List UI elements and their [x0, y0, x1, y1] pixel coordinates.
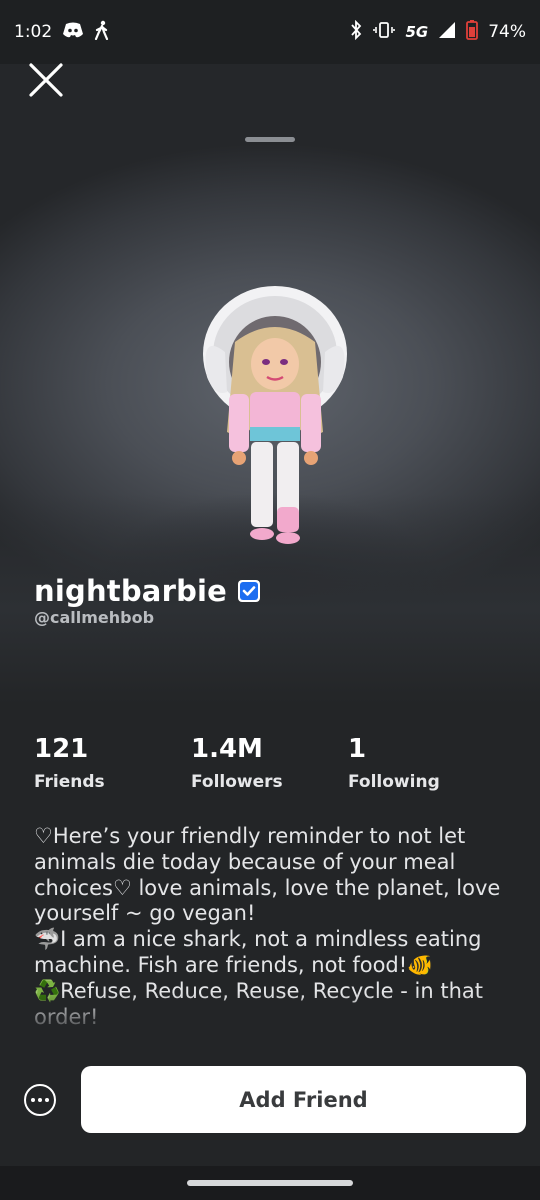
bluetooth-icon	[349, 19, 363, 45]
battery-icon	[466, 19, 479, 45]
close-button[interactable]	[26, 60, 66, 100]
home-indicator[interactable]	[187, 1180, 353, 1186]
walking-icon	[94, 20, 110, 45]
more-icon-dot	[45, 1098, 49, 1102]
stat-value: 1	[348, 734, 367, 764]
stat-label: Following	[348, 772, 440, 792]
discord-icon	[62, 21, 84, 44]
bio-text: ♡Here’s your friendly reminder to not le…	[34, 824, 514, 1030]
status-time: 1:02	[14, 22, 53, 42]
stat-followers[interactable]: 1.4M Followers	[191, 734, 283, 792]
stat-label: Friends	[34, 772, 105, 792]
add-friend-button[interactable]: Add Friend	[81, 1066, 526, 1133]
signal-icon	[438, 21, 456, 44]
profile-stats: 121 Friends 1.4M Followers 1 Following	[34, 734, 514, 794]
status-left: 1:02	[14, 20, 110, 45]
network-label: 5G	[405, 23, 429, 41]
status-right: 5G 74%	[349, 19, 526, 45]
avatar-image[interactable]	[195, 282, 355, 562]
more-icon-dot	[31, 1098, 35, 1102]
verified-badge-icon	[238, 580, 261, 602]
username: @callmehbob	[34, 608, 155, 627]
stat-value: 1.4M	[191, 734, 263, 764]
stat-following[interactable]: 1 Following	[348, 734, 440, 792]
stat-value: 121	[34, 734, 89, 764]
bio-line: 🦈I am a nice shark, not a mindless eatin…	[34, 927, 482, 977]
drag-handle[interactable]	[245, 137, 295, 142]
stat-friends[interactable]: 121 Friends	[34, 734, 105, 792]
stat-label: Followers	[191, 772, 283, 792]
status-bar: 1:02 5G 74%	[0, 0, 540, 64]
more-icon-dot	[38, 1098, 42, 1102]
battery-percent: 74%	[488, 22, 526, 42]
display-name: nightbarbie	[34, 574, 228, 608]
bio-line: ♻️Refuse, Reduce, Reuse, Recycle - in th…	[34, 978, 483, 1029]
bio-section[interactable]: ♡Here’s your friendly reminder to not le…	[34, 824, 514, 1060]
close-icon	[29, 63, 63, 97]
more-options-button[interactable]	[24, 1084, 56, 1116]
name-row: nightbarbie	[34, 574, 261, 608]
vibrate-icon	[373, 21, 396, 44]
bio-line: ♡Here’s your friendly reminder to not le…	[34, 824, 501, 926]
